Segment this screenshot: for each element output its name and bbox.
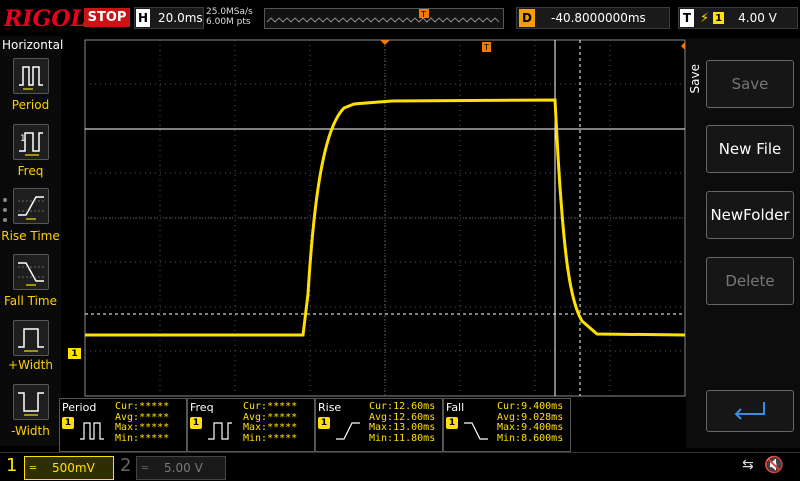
period-icon	[80, 422, 104, 440]
fall-time-icon	[464, 422, 488, 440]
left-menu-title: Horizontal	[2, 38, 64, 52]
fall-time-icon	[18, 262, 44, 286]
timebase-value: 20.0ms	[158, 11, 203, 25]
enter-icon	[734, 402, 765, 420]
rise-time-label: Rise Time	[1, 229, 60, 243]
enter-button[interactable]	[706, 390, 794, 432]
rise-time-button[interactable]	[13, 188, 49, 224]
minus-width-label: -Width	[11, 424, 50, 438]
delay-letter: D	[519, 9, 535, 27]
measure-name: Period	[62, 401, 97, 414]
timebase-letter: H	[136, 9, 150, 27]
measure-stats: Cur:***** Avg:***** Max:***** Min:*****	[243, 401, 298, 444]
rise-time-icon	[336, 422, 360, 440]
run-stop-indicator[interactable]: STOP	[84, 8, 130, 27]
measure-name: Rise	[318, 401, 342, 414]
measure-panel-fall[interactable]: Fall 1 Cur:9.400ms Avg:9.028ms Max:9.400m…	[443, 398, 571, 452]
acquisition-info: 25.0MSa/s 6.00M pts	[206, 7, 253, 27]
freq-icon: 1	[19, 132, 43, 156]
freq-button[interactable]: 1	[13, 124, 49, 160]
svg-text:T: T	[483, 43, 489, 52]
ch1-ground-marker[interactable]: 1	[68, 348, 81, 359]
timebase-display[interactable]: H 20.0ms	[134, 7, 204, 29]
measure-panel-freq[interactable]: Freq 1 Cur:***** Avg:***** Max:***** Min:*…	[187, 398, 315, 452]
new-folder-button[interactable]: NewFolder	[706, 191, 794, 239]
sample-rate: 25.0MSa/s	[206, 7, 253, 17]
scroll-dot	[3, 218, 7, 222]
freq-icon	[208, 422, 232, 440]
plus-width-icon	[18, 328, 44, 352]
trigger-level-value: 4.00 V	[738, 11, 777, 25]
rise-time-icon	[18, 196, 44, 220]
brand-logo: RIGOL	[4, 6, 86, 32]
svg-text:T: T	[420, 10, 426, 19]
measure-source-chip: 1	[318, 417, 330, 429]
trigger-edge-icon: ⚡	[700, 10, 710, 26]
usb-icon: ⇆	[742, 457, 754, 473]
svg-text:1: 1	[20, 134, 26, 144]
measure-source-chip: 1	[446, 417, 458, 429]
measure-stats: Cur:9.400ms Avg:9.028ms Max:9.400ms Min:8.…	[497, 401, 564, 444]
ch1-number[interactable]: 1	[6, 455, 17, 476]
fall-time-label: Fall Time	[3, 294, 57, 308]
measure-panel-rise[interactable]: Rise 1 Cur:12.60ms Avg:12.60ms Max:13.00m…	[315, 398, 443, 452]
ch2-coupling-icon: ═	[142, 462, 149, 474]
measure-stats: Cur:12.60ms Avg:12.60ms Max:13.00ms Min:11…	[369, 401, 436, 444]
trigger-letter: T	[680, 9, 694, 27]
scroll-dot	[3, 198, 7, 202]
measure-source-chip: 1	[190, 417, 202, 429]
freq-label: Freq	[17, 164, 44, 178]
minus-width-icon	[18, 392, 44, 416]
scroll-dot	[3, 208, 7, 212]
overview-waveform: T	[266, 9, 500, 23]
period-icon	[19, 66, 43, 90]
ch2-scale: 5.00 V	[164, 461, 203, 475]
ch2-scale-box[interactable]: ═ 5.00 V	[136, 456, 226, 480]
measure-panel-period[interactable]: Period 1 Cur:***** Avg:***** Max:***** Min…	[59, 398, 187, 452]
trigger-display[interactable]: T ⚡ 1 4.00 V	[678, 7, 798, 29]
minus-width-button[interactable]	[13, 384, 49, 420]
trigger-source-chip: 1	[713, 12, 725, 24]
delay-display[interactable]: D -40.8000000ms	[516, 7, 670, 29]
speaker-muted-icon[interactable]: 🔇	[764, 455, 784, 474]
delete-button[interactable]: Delete	[706, 257, 794, 305]
ch1-coupling-icon: ═	[30, 462, 37, 474]
fall-time-button[interactable]	[13, 254, 49, 290]
ch1-scale-box[interactable]: ═ 500mV	[24, 456, 114, 480]
ch2-number[interactable]: 2	[120, 455, 131, 476]
period-label: Period	[11, 98, 50, 112]
plus-width-label: +Width	[8, 358, 53, 372]
save-button[interactable]: Save	[706, 60, 794, 108]
waveform-display[interactable]: T	[62, 36, 686, 400]
measure-source-chip: 1	[62, 417, 74, 429]
plus-width-button[interactable]	[13, 320, 49, 356]
delay-value: -40.8000000ms	[551, 11, 646, 25]
ch1-scale: 500mV	[52, 461, 95, 475]
period-button[interactable]	[13, 58, 49, 94]
measure-stats: Cur:***** Avg:***** Max:***** Min:*****	[115, 401, 170, 444]
right-menu-title: Save	[688, 64, 702, 94]
measure-name: Freq	[190, 401, 214, 414]
waveform-overview-bar[interactable]: T	[264, 8, 504, 29]
new-file-button[interactable]: New File	[706, 125, 794, 173]
memory-depth: 6.00M pts	[206, 17, 251, 27]
measure-name: Fall	[446, 401, 465, 414]
